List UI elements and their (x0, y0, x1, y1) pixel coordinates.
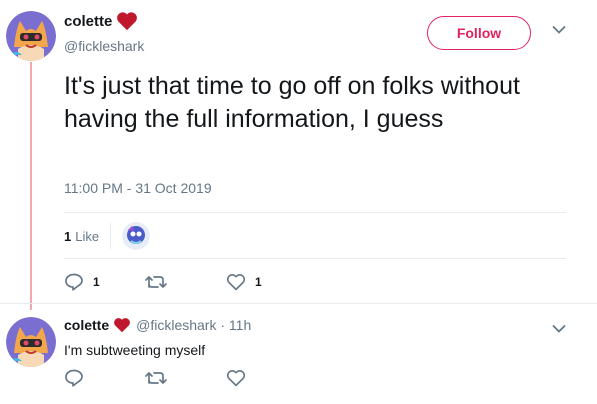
reply-retweet-button[interactable] (145, 370, 167, 386)
divider (64, 258, 566, 259)
likes-separator (110, 223, 112, 249)
divider (0, 303, 597, 304)
reply-handle-time[interactable]: @fickleshark · 11h (136, 317, 251, 333)
likes-row: 1 Like (64, 222, 151, 250)
likes-count[interactable]: 1 (64, 229, 71, 244)
author-name-row: colette (64, 11, 138, 31)
heart-icon (116, 11, 138, 31)
reply-icon (64, 273, 84, 291)
reply-name-row: colette @fickleshark · 11h (64, 317, 251, 333)
chevron-down-icon[interactable] (552, 22, 566, 40)
chevron-down-icon[interactable] (552, 321, 566, 339)
author-display-name[interactable]: colette (64, 13, 112, 30)
heart-icon (113, 317, 131, 333)
follow-button[interactable]: Follow (427, 16, 531, 50)
likes-label[interactable]: Like (75, 229, 99, 244)
like-icon (226, 273, 246, 291)
reply-author-avatar[interactable] (6, 317, 56, 367)
reply-display-name[interactable]: colette (64, 317, 109, 333)
retweet-button[interactable] (145, 274, 167, 290)
author-handle[interactable]: @fickleshark (64, 38, 144, 54)
like-count: 1 (255, 275, 262, 289)
retweet-icon (145, 274, 167, 290)
reply-text: I'm subtweeting myself (64, 342, 206, 358)
like-button[interactable]: 1 (226, 273, 262, 291)
reply-count: 1 (93, 275, 100, 289)
tweet-text: It's just that time to go off on folks w… (64, 72, 520, 133)
tweet-timestamp[interactable]: 11:00 PM - 31 Oct 2019 (64, 180, 212, 196)
retweet-icon (145, 370, 167, 386)
like-icon (226, 369, 246, 387)
reply-button[interactable]: 1 (64, 273, 100, 291)
reply-like-button[interactable] (226, 369, 246, 387)
thread-line (30, 62, 32, 310)
liker-avatar[interactable] (122, 222, 151, 250)
reply-reply-button[interactable] (64, 369, 84, 387)
divider (64, 212, 566, 213)
author-avatar[interactable] (6, 11, 56, 61)
reply-icon (64, 369, 84, 387)
